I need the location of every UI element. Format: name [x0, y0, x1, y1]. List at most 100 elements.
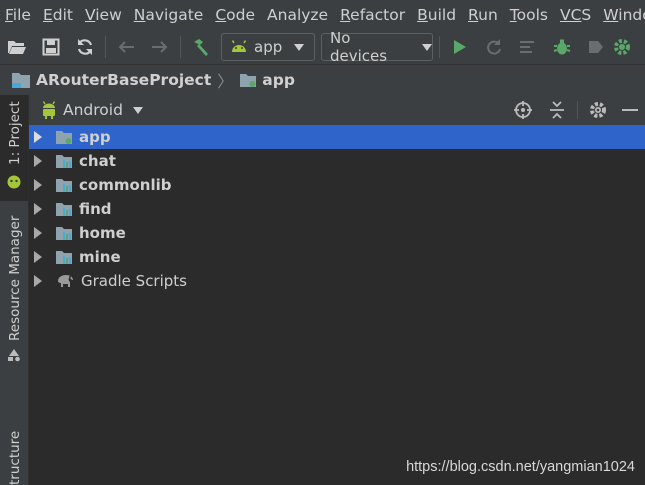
- tree-row-mine[interactable]: mine: [29, 245, 645, 269]
- forward-button[interactable]: [143, 30, 177, 64]
- android-icon: [231, 40, 247, 52]
- tree-row-gradle-scripts[interactable]: Gradle Scripts: [29, 269, 645, 293]
- tree-row-commonlib[interactable]: commonlib: [29, 173, 645, 197]
- debug-button[interactable]: [545, 30, 579, 64]
- tree-icon-wrap: [55, 129, 73, 145]
- collapse-all-icon: [550, 101, 564, 119]
- structure-tool-tab[interactable]: tructure: [0, 425, 28, 485]
- attach-debugger-button[interactable]: [579, 30, 613, 64]
- tree-row-label: home: [79, 224, 126, 242]
- arrow-left-icon: [118, 41, 134, 53]
- view-mode-selector[interactable]: Android: [63, 101, 123, 119]
- resource-manager-label: Resource Manager: [7, 215, 23, 341]
- run-button[interactable]: [443, 30, 477, 64]
- collapse-all-button[interactable]: [540, 93, 574, 127]
- app-module-icon: [56, 131, 72, 144]
- run-config-selector[interactable]: app: [221, 33, 315, 61]
- breadcrumb-separator-icon: 〉: [217, 72, 234, 91]
- tree-row-app[interactable]: app: [29, 125, 645, 149]
- menu-item[interactable]: Analyze: [261, 6, 334, 24]
- device-selector[interactable]: No devices: [321, 29, 433, 65]
- expand-arrow-icon[interactable]: [34, 251, 42, 263]
- menu-mnemonic: N: [133, 6, 146, 24]
- tree-icon-wrap: [55, 153, 73, 169]
- menu-item[interactable]: VCS: [554, 6, 597, 24]
- code-lines-icon: [520, 41, 534, 53]
- tree-row-label: mine: [79, 248, 121, 266]
- menu-mnemonic: C: [215, 6, 227, 24]
- breadcrumb-project[interactable]: ARouterBaseProject: [36, 71, 211, 89]
- structure-tab-label: tructure: [7, 430, 23, 485]
- save-button[interactable]: [34, 30, 68, 64]
- tree-row-label: chat: [79, 152, 116, 170]
- minimize-icon: [622, 109, 638, 111]
- expand-arrow-icon[interactable]: [34, 131, 42, 143]
- expand-arrow-icon[interactable]: [34, 203, 42, 215]
- resource-manager-tab[interactable]: Resource Manager: [0, 216, 28, 370]
- library-module-icon: [56, 203, 72, 216]
- project-tree: app chat commonlib find home mine Gradle Scrip…: [29, 125, 645, 293]
- library-module-icon: [56, 251, 72, 264]
- apply-code-changes-button[interactable]: [511, 30, 545, 64]
- watermark-text: https://blog.csdn.net/yangmian1024: [406, 459, 635, 475]
- menu-item[interactable]: File: [0, 6, 37, 24]
- breadcrumb-module[interactable]: app: [262, 71, 295, 89]
- play-icon: [454, 40, 466, 54]
- tree-row-label: app: [79, 128, 111, 146]
- menu-item[interactable]: Refactor: [334, 6, 411, 24]
- apply-changes-button[interactable]: [477, 30, 511, 64]
- menu-mnemonic: F: [5, 6, 13, 24]
- menu-item[interactable]: View: [79, 6, 128, 24]
- menu-item[interactable]: Navigate: [128, 6, 210, 24]
- menu-label-rest: un: [478, 6, 498, 24]
- expand-arrow-icon[interactable]: [34, 155, 42, 167]
- module-folder-icon: [240, 74, 257, 87]
- sync-button[interactable]: [68, 30, 102, 64]
- expand-arrow-icon[interactable]: [34, 227, 42, 239]
- menu-mnemonic: V: [84, 6, 96, 24]
- tree-row-home[interactable]: home: [29, 221, 645, 245]
- tree-row-find[interactable]: find: [29, 197, 645, 221]
- expand-arrow-icon[interactable]: [34, 179, 42, 191]
- menu-label-rest: dit: [52, 6, 73, 24]
- menu-label-rest: avigate: [145, 6, 204, 24]
- project-folder-icon: [12, 73, 30, 88]
- open-button[interactable]: [0, 30, 34, 64]
- make-project-button[interactable]: [184, 30, 218, 64]
- menu-item[interactable]: Window: [597, 6, 645, 24]
- menu-bar: File Edit View Navigate Code Analyze Refactor B…: [0, 0, 645, 30]
- gear-icon: [590, 102, 606, 118]
- menu-item[interactable]: Code: [209, 6, 261, 24]
- menu-mnemonic: B: [417, 6, 428, 24]
- hammer-icon: [194, 39, 208, 56]
- restart-icon: [487, 39, 501, 55]
- menu-item[interactable]: Build: [411, 6, 462, 24]
- device-label: No devices: [330, 29, 388, 65]
- expand-arrow-icon[interactable]: [34, 275, 42, 287]
- android-head-icon: [7, 175, 21, 189]
- panel-settings-button[interactable]: [581, 93, 615, 127]
- project-panel: Android app chat commonlib find home min…: [29, 95, 645, 485]
- settings-toolbar-button[interactable]: [613, 30, 633, 64]
- run-config-label: app: [254, 38, 283, 56]
- chevron-down-icon[interactable]: [132, 106, 143, 114]
- menu-label-rest: iew: [95, 6, 122, 24]
- chevron-down-icon: [422, 43, 432, 51]
- back-button[interactable]: [109, 30, 143, 64]
- hide-panel-button[interactable]: [615, 93, 645, 127]
- locate-file-button[interactable]: [506, 93, 540, 127]
- tree-icon-wrap: [55, 177, 73, 193]
- toolbar-separator: [105, 36, 106, 58]
- resource-shapes-icon: [8, 349, 20, 362]
- project-tool-tab[interactable]: 1: Project: [0, 95, 28, 201]
- left-tool-strip: 1: Project Resource Manager tructure: [0, 95, 29, 485]
- project-tab-label: 1: Project: [7, 101, 23, 165]
- menu-item[interactable]: Edit: [37, 6, 79, 24]
- sync-icon: [77, 39, 93, 55]
- menu-item[interactable]: Tools: [504, 6, 554, 24]
- tree-row-chat[interactable]: chat: [29, 149, 645, 173]
- menu-item[interactable]: Run: [462, 6, 504, 24]
- gear-icon: [614, 39, 630, 55]
- attach-debugger-icon: [589, 41, 603, 53]
- main-toolbar: app No devices: [0, 29, 645, 65]
